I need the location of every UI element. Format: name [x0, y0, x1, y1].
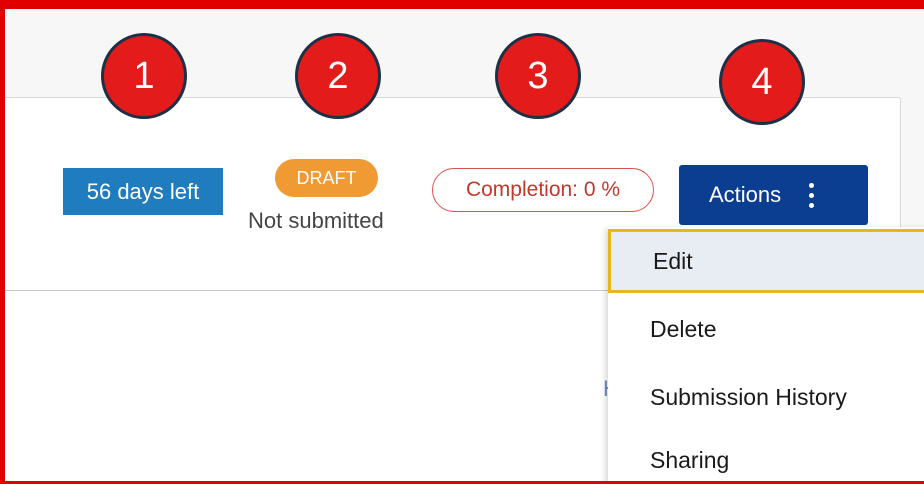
actions-dropdown-menu: Edit Delete Submission History Sharing — [608, 227, 924, 481]
deadline-badge: 56 days left — [63, 168, 223, 215]
callout-3: 3 — [495, 33, 581, 119]
callout-2: 2 — [295, 33, 381, 119]
menu-item-sharing[interactable]: Sharing — [608, 431, 924, 481]
screenshot-frame: H 56 days left DRAFT Not submitted Compl… — [0, 0, 924, 484]
kebab-vertical-icon — [809, 182, 815, 208]
callout-4: 4 — [719, 39, 805, 125]
menu-item-submission-history[interactable]: Submission History — [608, 365, 924, 429]
menu-item-delete[interactable]: Delete — [608, 297, 924, 361]
status-text: Not submitted — [248, 208, 384, 233]
actions-label: Actions — [709, 182, 782, 207]
menu-item-edit[interactable]: Edit — [608, 229, 924, 293]
completion-badge: Completion: 0 % — [432, 168, 654, 212]
callout-1: 1 — [101, 33, 187, 119]
actions-button[interactable]: Actions — [679, 165, 868, 225]
status-badge: DRAFT — [275, 159, 378, 197]
